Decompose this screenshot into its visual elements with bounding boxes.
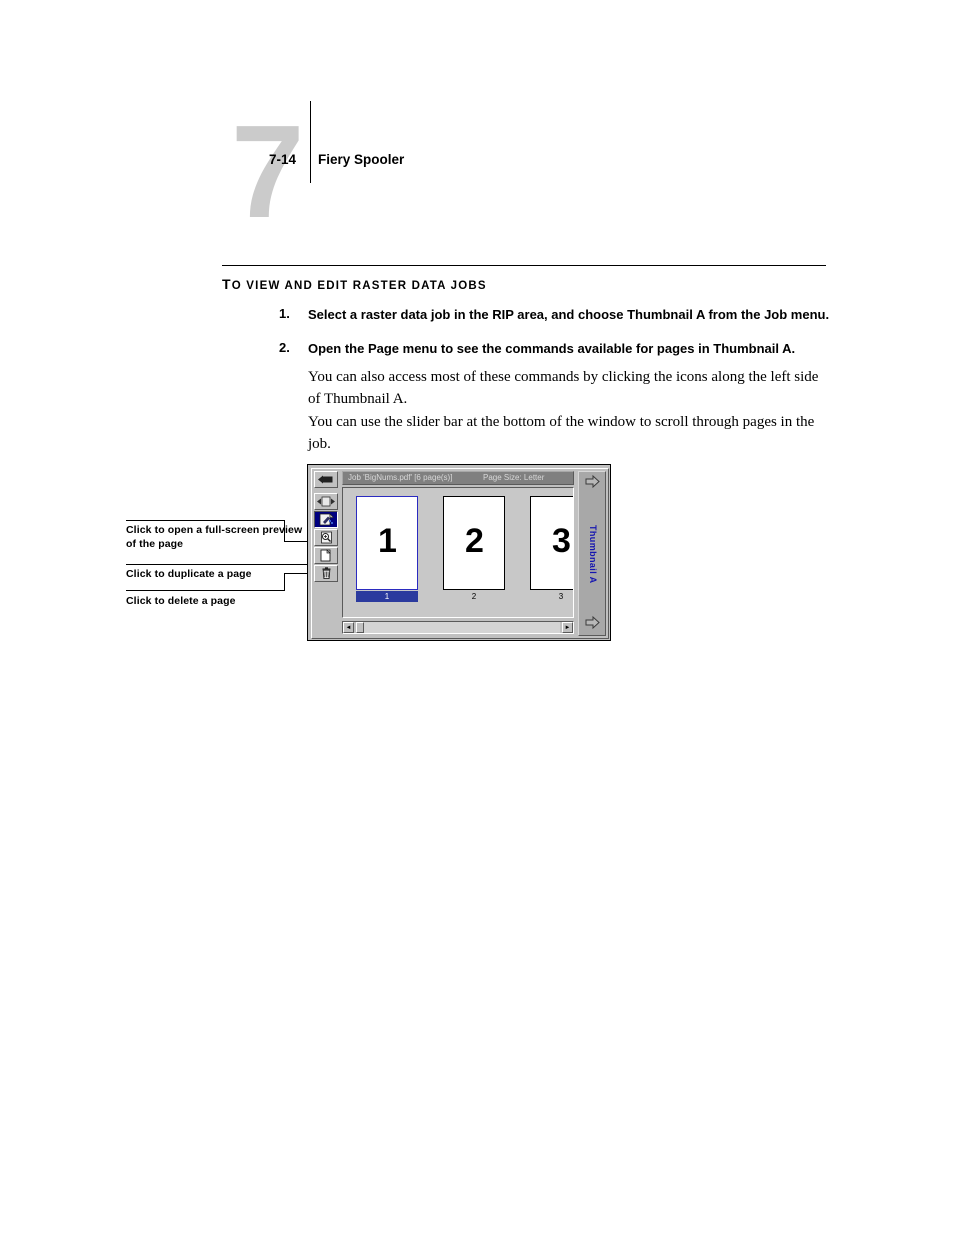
duplicate-page-button[interactable] — [314, 547, 338, 564]
page-toolbar — [314, 471, 340, 636]
thumbnail-a-window: Job 'BigNums.pdf' [6 page(s)] Page Size:… — [307, 464, 611, 641]
scrollbar-thumb[interactable] — [356, 622, 364, 633]
page-sheet: 2 — [443, 496, 505, 590]
back-arrow-icon — [318, 475, 333, 484]
thumbnail-a-label: Thumbnail A — [588, 525, 598, 584]
page-thumbnail[interactable]: 1 1 — [356, 496, 418, 602]
chapter-numeral: 7 — [231, 98, 304, 245]
page-sheet: 1 — [356, 496, 418, 590]
callout-leader-line — [126, 520, 285, 521]
page-thumbnail[interactable]: 3 3 — [530, 496, 573, 602]
page-caption: 1 — [356, 591, 418, 602]
scroll-right-button[interactable]: ► — [562, 622, 573, 633]
page-thumbnail[interactable]: 2 2 — [443, 496, 505, 602]
preview-page-button[interactable] — [314, 529, 338, 546]
step-item: 2. Open the Page menu to see the command… — [279, 340, 839, 358]
section-heading-rest: O VIEW AND EDIT RASTER DATA JOBS — [231, 280, 487, 292]
horizontal-scrollbar[interactable]: ◄ ► — [342, 621, 574, 634]
thumbnail-a-rail: Thumbnail A — [578, 471, 606, 636]
page-caption: 3 — [558, 592, 564, 601]
edit-page-icon — [319, 513, 334, 526]
back-arrow-button[interactable] — [314, 471, 338, 488]
callout-duplicate-label: Click to duplicate a page — [126, 568, 252, 580]
callout-leader-line — [284, 573, 285, 591]
trash-icon — [322, 567, 330, 580]
scrollbar-track[interactable] — [356, 622, 560, 633]
callout-preview-label: Click to open a full-screen preview of t… — [126, 524, 303, 550]
section-heading: TO VIEW AND EDIT RASTER DATA JOBS — [222, 276, 487, 292]
job-title-label: Job 'BigNums.pdf' [6 page(s)] — [348, 473, 453, 482]
thumbnail-canvas[interactable]: 1 1 2 2 3 3 — [342, 487, 574, 618]
page-content-number: 2 — [465, 522, 484, 560]
page-header: 7 7-14 Fiery Spooler — [0, 0, 954, 260]
section-heading-initial: T — [222, 276, 232, 292]
body-paragraph: You can also access most of these comman… — [308, 369, 819, 408]
right-arrow-icon — [585, 615, 600, 630]
move-page-icon — [317, 496, 335, 507]
step-number: 1. — [279, 306, 290, 321]
edit-page-button[interactable] — [314, 511, 338, 528]
body-paragraph: You can use the slider bar at the bottom… — [308, 414, 815, 453]
scroll-left-button[interactable]: ◄ — [343, 622, 354, 633]
page-content-number: 3 — [552, 522, 571, 560]
step-text: Open the Page menu to see the commands a… — [308, 341, 796, 356]
move-page-button[interactable] — [314, 493, 338, 510]
page-caption: 2 — [471, 592, 477, 601]
callout-delete-label: Click to delete a page — [126, 595, 236, 607]
step-text: Select a raster data job in the RIP area… — [308, 307, 830, 322]
callout-leader-line — [126, 590, 285, 591]
step-number: 2. — [279, 340, 290, 355]
magnifier-page-icon — [320, 531, 332, 544]
page-folio: 7-14 — [269, 152, 297, 167]
page-size-label: Page Size: Letter — [483, 473, 545, 482]
section-rule — [222, 265, 826, 267]
callout-leader-line — [126, 564, 312, 565]
page-content-number: 1 — [378, 522, 397, 560]
page-sheet: 3 — [530, 496, 573, 590]
delete-page-button[interactable] — [314, 565, 338, 582]
rail-expand-bottom-button[interactable] — [584, 614, 601, 631]
step-item: 1. Select a raster data job in the RIP a… — [279, 306, 839, 324]
window-titlebar: Job 'BigNums.pdf' [6 page(s)] Page Size:… — [342, 471, 574, 485]
rail-label-wrapper: Thumbnail A — [579, 472, 607, 637]
header-divider-rule — [310, 101, 311, 183]
window-inner-frame: Job 'BigNums.pdf' [6 page(s)] Page Size:… — [311, 468, 609, 639]
duplicate-page-icon — [320, 549, 331, 562]
running-head: Fiery Spooler — [318, 152, 405, 167]
